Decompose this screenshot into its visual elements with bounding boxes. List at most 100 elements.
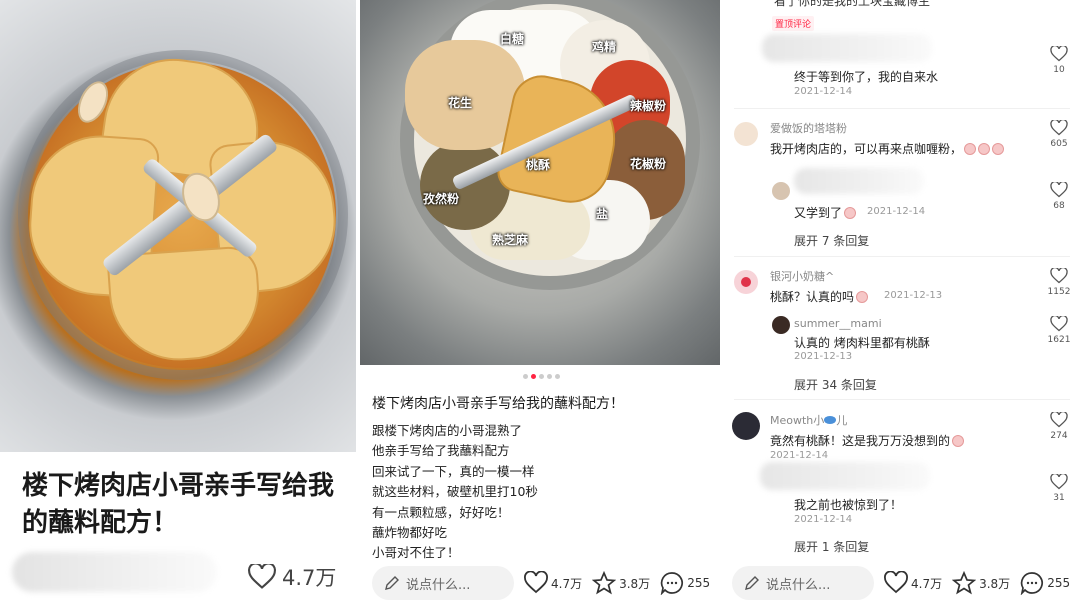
- pinned-badge: 置顶评论: [772, 16, 815, 31]
- label-peanut: 花生: [448, 96, 473, 110]
- comment-like-count: 31: [1053, 493, 1065, 503]
- comment-button[interactable]: 255: [660, 571, 710, 595]
- comment-like-button[interactable]: 605: [1044, 120, 1074, 149]
- body-line: 小哥对不住了！: [372, 545, 460, 561]
- comment-text: 我之前也被惊到了！: [794, 498, 903, 512]
- favorite-button[interactable]: 3.8万: [592, 571, 650, 595]
- star-icon: [952, 571, 977, 595]
- carousel-dot-active[interactable]: [531, 374, 536, 379]
- comment-like-button[interactable]: 68: [1044, 182, 1074, 211]
- like-button[interactable]: 4.7万: [524, 571, 582, 595]
- cut-off-comment: 看了你的是我的土块宝藏博主: [774, 0, 931, 8]
- comment-text: 桃酥？认真的吗: [770, 288, 869, 305]
- blurred-author: [12, 552, 217, 592]
- comment-text: 竟然有桃酥！这是我万万没想到的: [770, 432, 965, 449]
- heart-icon: [1050, 316, 1068, 332]
- star-icon: [592, 571, 617, 595]
- label-cumin: 孜然粉: [423, 192, 460, 206]
- comment-placeholder: 说点什么...: [766, 577, 831, 593]
- carousel-dot[interactable]: [539, 374, 544, 379]
- favorite-count: 3.8万: [979, 576, 1011, 591]
- label-pepper-powder: 花椒粉: [630, 157, 667, 171]
- carousel-dot[interactable]: [523, 374, 528, 379]
- comment-username[interactable]: 爱做饭的塔塔粉: [770, 120, 847, 136]
- expand-replies[interactable]: 展开 7 条回复: [794, 232, 869, 249]
- favorite-count: 3.8万: [619, 576, 651, 591]
- divider: [734, 256, 1070, 257]
- carousel-dot[interactable]: [555, 374, 560, 379]
- body-line: 跟楼下烤肉店的小哥混熟了: [372, 423, 523, 438]
- avatar[interactable]: [732, 412, 760, 440]
- comment-text: 认真的 烤肉料里都有桃酥: [794, 336, 930, 350]
- comment-username[interactable]: 银河小奶糖^: [770, 268, 834, 284]
- comment-date: 2021-12-14: [794, 514, 853, 525]
- heart-icon: [1050, 120, 1068, 136]
- comment-like-button[interactable]: 1152: [1044, 268, 1074, 297]
- heart-icon: [524, 571, 548, 594]
- heart-icon: [1050, 474, 1068, 490]
- label-salt: 盐: [596, 207, 609, 221]
- label-chili-powder: 辣椒粉: [630, 99, 667, 113]
- post-title[interactable]: 楼下烤肉店小哥亲手写给我的蘸料配方！: [22, 468, 340, 542]
- like-button[interactable]: 4.7万: [884, 571, 942, 595]
- comment-like-button[interactable]: 1621: [1044, 316, 1074, 345]
- blurred-username: [762, 34, 932, 62]
- label-sugar: 白糖: [500, 32, 525, 46]
- label-sesame: 熟芝麻: [492, 233, 529, 247]
- avatar[interactable]: [772, 316, 790, 334]
- comments-panel: 看了你的是我的土块宝藏博主 置顶评论 终于等到你了，我的自来水 2021-12-…: [724, 0, 1080, 608]
- comment-date: 2021-12-14: [794, 86, 853, 97]
- comment-text: 终于等到你了，我的自来水: [794, 70, 939, 84]
- divider: [734, 399, 1070, 400]
- comment-text: 我开烤肉店的，可以再来点咖喱粉，: [770, 140, 1005, 157]
- comment-input[interactable]: 说点什么...: [372, 566, 514, 600]
- comment-like-count: 274: [1050, 431, 1068, 441]
- body-line: 回来试了一下，真的一模一样: [372, 463, 535, 479]
- comment-button[interactable]: 255: [1020, 571, 1070, 595]
- like-count: 4.7万: [551, 576, 583, 591]
- comment-placeholder: 说点什么...: [406, 577, 471, 593]
- label-taosu: 桃酥: [526, 158, 551, 172]
- comment-like-button[interactable]: 31: [1044, 474, 1074, 503]
- body-line: 他亲手写给了我蘸料配方: [372, 443, 510, 459]
- comment-username[interactable]: summer__mami: [794, 317, 882, 330]
- post-card-1[interactable]: 楼下烤肉店小哥亲手写给我的蘸料配方！ 4.7万: [0, 0, 356, 608]
- comment-input[interactable]: 说点什么...: [732, 566, 874, 600]
- heart-icon: [1050, 182, 1068, 198]
- heart-icon: [884, 571, 908, 594]
- comment-date: 2021-12-14: [770, 450, 829, 461]
- post-body: 跟楼下烤肉店的小哥混熟了 他亲手写给了我蘸料配方 回来试了一下，真的一模一样 就…: [372, 421, 712, 564]
- heart-icon: [248, 564, 276, 589]
- carousel-indicator: [523, 374, 560, 379]
- comment-like-button[interactable]: 10: [1044, 46, 1074, 75]
- like-count: 4.7万: [282, 566, 337, 590]
- bottom-action-bar: 说点什么... 4.7万 3.8万 255: [732, 564, 1070, 602]
- blurred-username: [794, 168, 924, 194]
- post-photo-ingredients[interactable]: 白糖 鸡精 花生 辣椒粉 桃酥 花椒粉 孜然粉 盐 熟芝麻: [360, 0, 720, 365]
- heart-icon: [1050, 412, 1068, 428]
- avatar[interactable]: [772, 182, 790, 200]
- heart-icon: [1050, 46, 1068, 62]
- body-line: 有一点颗粒感，好好吃！: [372, 504, 510, 520]
- comment-date: 2021-12-14: [867, 206, 926, 217]
- comment-date: 2021-12-13: [884, 290, 943, 301]
- comment-like-count: 10: [1053, 65, 1065, 75]
- expand-replies[interactable]: 展开 34 条回复: [794, 376, 877, 393]
- body-line: 就这些材料，破壁机里打10秒: [372, 484, 538, 500]
- avatar[interactable]: [734, 270, 758, 294]
- comment-username[interactable]: Meowth小儿: [770, 412, 847, 428]
- comment-count: 255: [687, 576, 711, 590]
- post-photo-blender-cake[interactable]: [0, 0, 356, 452]
- label-chicken-essence: 鸡精: [592, 40, 617, 54]
- bottom-action-bar: 说点什么... 4.7万 3.8万 255: [372, 564, 710, 602]
- comment-count: 255: [1047, 576, 1071, 590]
- fish-emoji: [824, 416, 837, 424]
- carousel-dot[interactable]: [547, 374, 552, 379]
- like-button[interactable]: 4.7万: [248, 562, 336, 592]
- comment-like-count: 68: [1053, 201, 1065, 211]
- avatar[interactable]: [734, 122, 758, 146]
- expand-replies[interactable]: 展开 1 条回复: [794, 538, 869, 555]
- favorite-button[interactable]: 3.8万: [952, 571, 1010, 595]
- heart-icon: [1050, 268, 1068, 284]
- comment-like-button[interactable]: 274: [1044, 412, 1074, 441]
